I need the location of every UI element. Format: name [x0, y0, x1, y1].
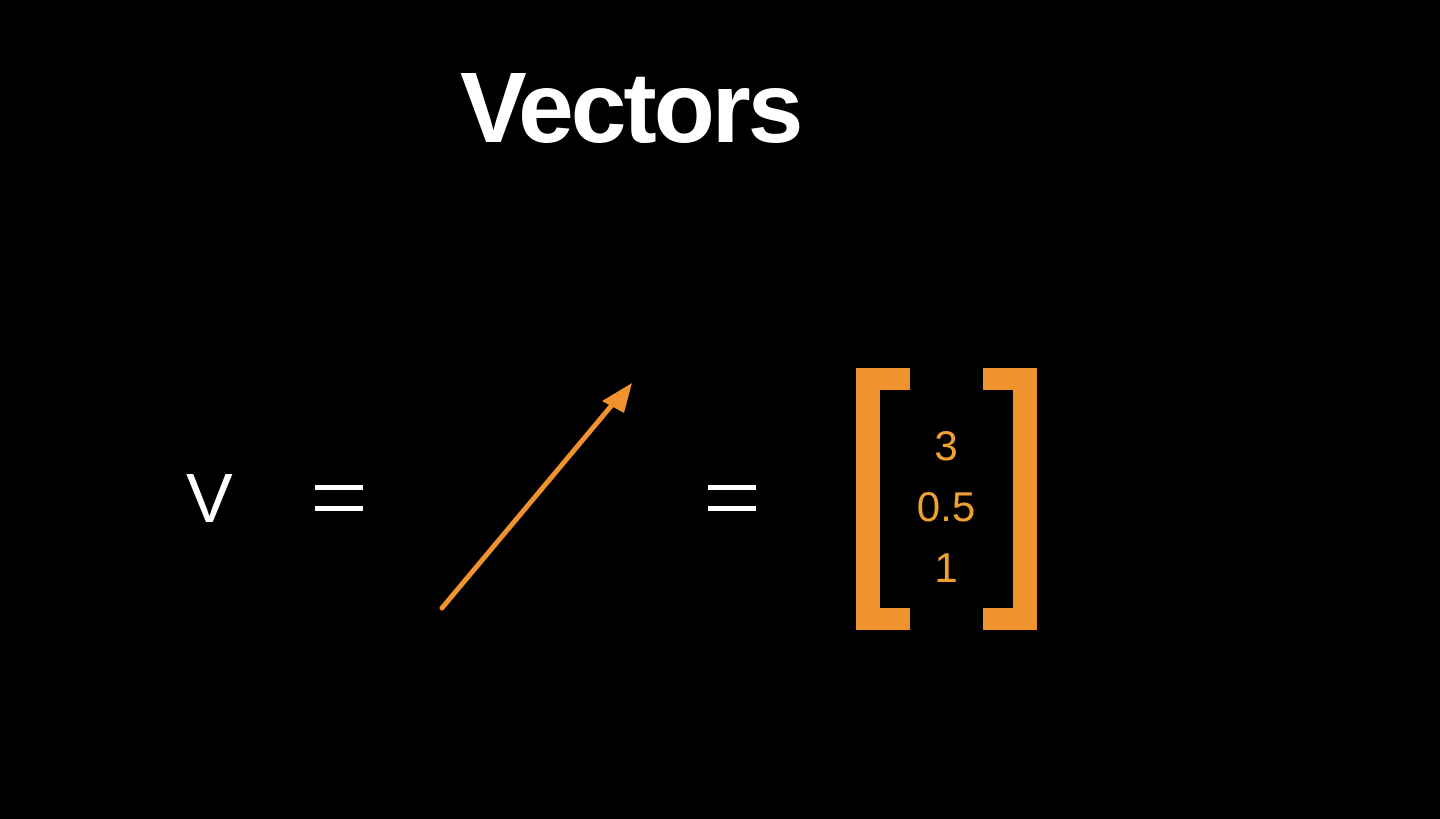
- right-bracket: [983, 368, 1037, 630]
- equals-bar-bottom: [315, 506, 363, 511]
- equals-sign-2: [708, 485, 756, 511]
- equals-sign-1: [315, 485, 363, 511]
- equals-bar-top: [708, 485, 756, 490]
- vector-entries: 3 0.5 1: [905, 415, 987, 598]
- arrow-shaft: [439, 402, 615, 611]
- vector-variable: V: [186, 459, 233, 537]
- slide: Vectors V 3 0.5 1: [0, 0, 1440, 819]
- equals-bar-bottom: [708, 506, 756, 511]
- slide-title: Vectors: [460, 52, 803, 164]
- vector-entry-y: 0.5: [916, 483, 976, 530]
- equals-bar-top: [315, 485, 363, 490]
- vector-entry-z: 1: [934, 544, 958, 591]
- vector-entry-x: 3: [934, 422, 958, 469]
- arrow-up-right-icon: [439, 383, 632, 611]
- left-bracket: [856, 368, 910, 630]
